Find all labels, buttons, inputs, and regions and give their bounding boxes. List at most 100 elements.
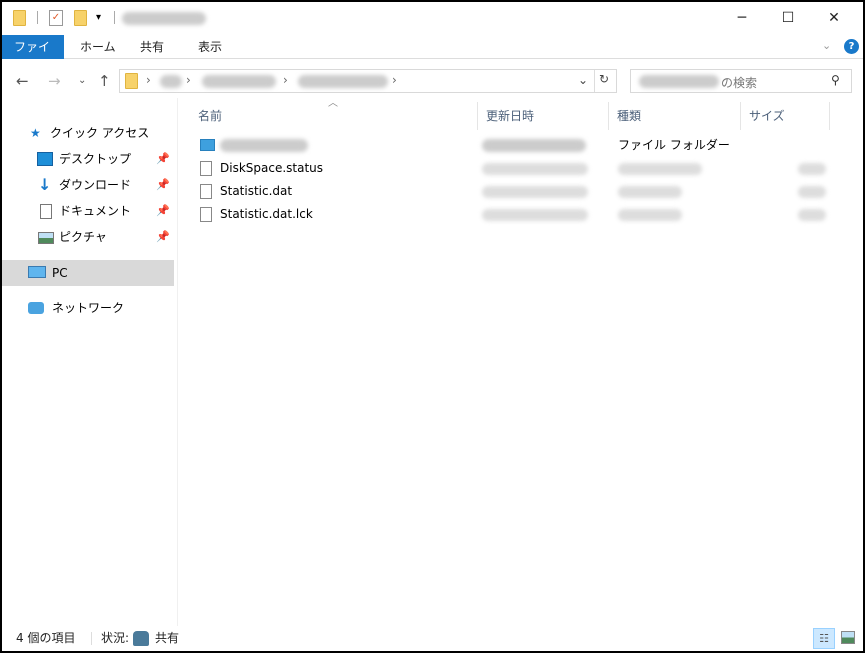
pin-icon[interactable]: 📌	[156, 146, 170, 172]
file-icon	[200, 207, 212, 222]
pin-icon[interactable]: 📌	[156, 198, 170, 224]
size-redacted	[798, 186, 826, 198]
new-folder-icon[interactable]	[74, 10, 87, 26]
file-row[interactable]: DiskSpace.status	[198, 157, 838, 180]
column-header-size[interactable]: サイズ	[741, 102, 830, 130]
type-redacted	[618, 163, 702, 175]
modified-redacted	[482, 209, 588, 221]
breadcrumb-redacted[interactable]	[202, 75, 276, 88]
file-name-redacted	[220, 139, 308, 152]
expand-ribbon-icon[interactable]: ⌄	[822, 39, 831, 52]
tab-home[interactable]: ホーム	[68, 35, 128, 59]
tab-file[interactable]: ファイル	[2, 35, 64, 78]
sidebar-item-label: ダウンロード	[59, 178, 132, 192]
pane-divider[interactable]	[177, 98, 178, 626]
search-icon: ⚲	[831, 73, 840, 87]
forward-button[interactable]: →	[48, 72, 61, 90]
file-row[interactable]: Statistic.dat.lck	[198, 203, 838, 226]
folder-icon	[13, 10, 26, 26]
type-redacted	[618, 186, 682, 198]
up-button[interactable]: ↑	[98, 72, 111, 90]
address-bar[interactable]: › › › › ⌄ ↻	[119, 69, 617, 93]
breadcrumb-separator: ›	[186, 73, 191, 87]
size-redacted	[798, 209, 826, 221]
search-scope-redacted	[639, 75, 719, 88]
address-dropdown-icon[interactable]: ⌄	[578, 73, 588, 87]
pc-icon	[28, 266, 46, 278]
sidebar-item-label: ドキュメント	[59, 204, 132, 218]
search-placeholder: の検索	[721, 76, 758, 90]
column-header-type[interactable]: 種類	[609, 102, 741, 130]
details-view-button[interactable]: ☷	[813, 628, 835, 649]
breadcrumb-separator: ›	[392, 73, 397, 87]
properties-icon[interactable]: ✓	[49, 10, 63, 26]
type-redacted	[618, 209, 682, 221]
document-icon	[40, 204, 52, 219]
sidebar-item-label: PC	[52, 266, 68, 280]
sidebar-item-quick-access[interactable]: ★ クイック アクセス	[2, 120, 174, 146]
search-input[interactable]: の検索 ⚲	[630, 69, 852, 93]
file-row[interactable]: ファイル フォルダー	[198, 134, 838, 157]
help-icon[interactable]: ?	[844, 39, 859, 54]
shared-users-icon	[133, 631, 149, 646]
sidebar-item-documents[interactable]: ドキュメント 📌	[2, 198, 174, 224]
recent-locations-icon[interactable]: ⌄	[78, 75, 86, 86]
file-row[interactable]: Statistic.dat	[198, 180, 838, 203]
customize-qat-icon[interactable]: ▾	[96, 12, 101, 28]
star-icon: ★	[30, 126, 41, 140]
file-type: ファイル フォルダー	[618, 138, 730, 152]
sidebar-item-label: ネットワーク	[52, 301, 125, 315]
close-button[interactable]: ✕	[811, 2, 857, 34]
modified-redacted	[482, 163, 588, 175]
pin-icon[interactable]: 📌	[156, 172, 170, 198]
column-header-modified[interactable]: 更新日時	[478, 102, 609, 130]
sidebar-item-pictures[interactable]: ピクチャ 📌	[2, 224, 174, 250]
minimize-button[interactable]: ─	[719, 2, 765, 34]
share-state-label: 状況:	[101, 631, 130, 645]
window-title-redacted	[122, 12, 206, 25]
navigation-pane: ★ クイック アクセス デスクトップ 📌 ↓ ダウンロード 📌 ドキュメント 📌…	[2, 98, 175, 626]
title-bar: ✓ ▾ ─ ☐ ✕	[2, 2, 863, 34]
maximize-button[interactable]: ☐	[765, 2, 811, 34]
item-count: 4 個の項目	[16, 631, 76, 645]
size-redacted	[798, 163, 826, 175]
status-bar: 4 個の項目 状況: 共有 ☷	[2, 626, 863, 651]
divider	[114, 11, 115, 24]
modified-redacted	[482, 139, 586, 152]
modified-redacted	[482, 186, 588, 198]
breadcrumb-redacted[interactable]	[160, 75, 182, 88]
sidebar-item-label: ピクチャ	[59, 230, 107, 244]
explorer-window: ✓ ▾ ─ ☐ ✕ ファイル ホーム 共有 表示 ⌄ ? ← → ⌄ ↑ › ›…	[2, 2, 863, 651]
column-header-name[interactable]: 名前	[190, 102, 478, 130]
large-icons-view-button[interactable]	[841, 631, 855, 644]
network-icon	[28, 302, 44, 314]
file-name: Statistic.dat.lck	[220, 207, 313, 221]
sidebar-item-pc[interactable]: PC	[2, 260, 174, 286]
breadcrumb-separator: ›	[146, 73, 151, 87]
sidebar-item-downloads[interactable]: ↓ ダウンロード 📌	[2, 172, 174, 198]
breadcrumb-redacted[interactable]	[298, 75, 388, 88]
breadcrumb-separator: ›	[283, 73, 288, 87]
divider	[37, 11, 38, 24]
sidebar-item-desktop[interactable]: デスクトップ 📌	[2, 146, 174, 172]
navigation-bar: ← → ⌄ ↑ › › › › ⌄ ↻ の検索 ⚲	[2, 64, 863, 98]
sidebar-item-network[interactable]: ネットワーク	[2, 295, 174, 321]
file-name: DiskSpace.status	[220, 161, 324, 175]
pin-icon[interactable]: 📌	[156, 224, 170, 250]
share-state: 共有	[155, 631, 180, 645]
pictures-icon	[38, 232, 54, 244]
file-icon	[200, 184, 212, 199]
download-icon: ↓	[38, 175, 52, 194]
tab-view[interactable]: 表示	[186, 35, 234, 59]
sidebar-item-label: クイック アクセス	[50, 126, 150, 140]
desktop-icon	[37, 152, 53, 166]
ribbon: ファイル ホーム 共有 表示 ⌄ ?	[2, 35, 863, 78]
file-icon	[200, 161, 212, 176]
back-button[interactable]: ←	[16, 72, 29, 90]
file-name: Statistic.dat	[220, 184, 293, 198]
sidebar-item-label: デスクトップ	[59, 152, 132, 166]
folder-icon	[125, 73, 138, 89]
tab-share[interactable]: 共有	[128, 35, 176, 59]
folder-icon	[200, 139, 215, 151]
refresh-icon[interactable]: ↻	[599, 72, 609, 86]
